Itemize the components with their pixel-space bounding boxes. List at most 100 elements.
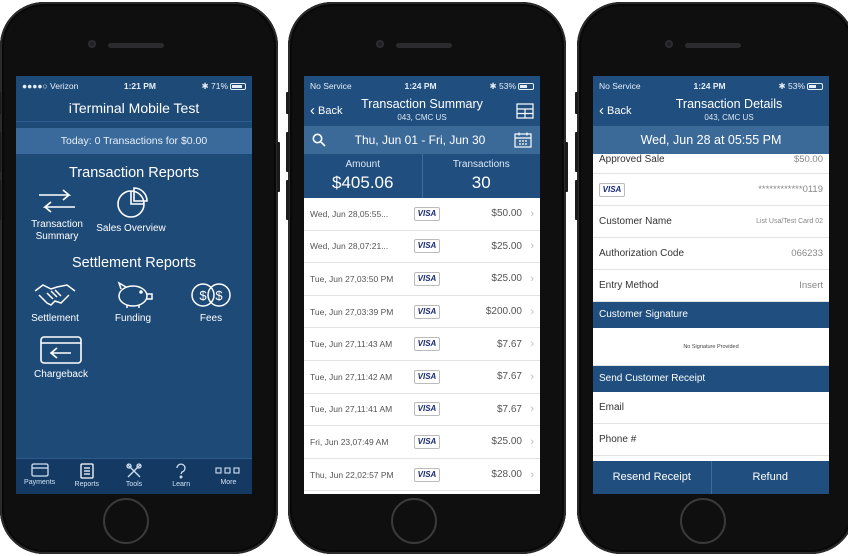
transaction-amount: $50.00 bbox=[491, 208, 522, 220]
authorization-code-row: Authorization Code 066233 bbox=[593, 238, 829, 270]
fees-label: Fees bbox=[199, 313, 223, 324]
chargeback-button[interactable]: Chargeback bbox=[16, 335, 106, 381]
transaction-row[interactable]: Tue, Jun 27,11:41 AM VISA $7.67 › bbox=[304, 394, 540, 427]
visa-icon: VISA bbox=[414, 434, 440, 449]
calculator-icon[interactable] bbox=[516, 103, 534, 119]
back-button[interactable]: ‹ Back bbox=[310, 102, 342, 119]
transaction-row[interactable]: Wed, Jun 28,05:55... VISA $50.00 › bbox=[304, 198, 540, 231]
piggy-bank-icon bbox=[117, 281, 153, 308]
front-camera bbox=[376, 40, 384, 48]
today-summary-banner[interactable]: Today: 0 Transactions for $0.00 bbox=[16, 128, 252, 154]
page-title: Transaction Details bbox=[675, 97, 783, 111]
transaction-row[interactable]: Tue, Jun 27,03:50 PM VISA $25.00 › bbox=[304, 263, 540, 296]
customer-name-label: Customer Name bbox=[599, 216, 672, 227]
transaction-amount: $25.00 bbox=[491, 273, 522, 285]
customer-name-row: Customer Name List Usa/Test Card 02 bbox=[593, 206, 829, 238]
transaction-summary-label: Transaction Summary bbox=[31, 219, 83, 242]
entry-method-value: Insert bbox=[799, 280, 823, 291]
front-camera bbox=[88, 40, 96, 48]
tab-learn[interactable]: Learn bbox=[158, 459, 205, 494]
phone-field[interactable]: Phone # bbox=[593, 424, 829, 456]
transaction-row[interactable]: Wed, Jun 28,07:21... VISA $25.00 › bbox=[304, 231, 540, 264]
card-number: ************0119 bbox=[758, 184, 823, 195]
date-range: Thu, Jun 01 - Fri, Jun 30 bbox=[354, 133, 486, 147]
page-title: Transaction Summary bbox=[361, 97, 483, 111]
home-button[interactable] bbox=[680, 498, 726, 544]
tab-payments[interactable]: Payments bbox=[16, 459, 63, 494]
fees-button[interactable]: $ $ Fees bbox=[172, 281, 250, 325]
approved-sale-amount: $50.00 bbox=[793, 154, 823, 165]
merchant-subtitle: 043, CMC US bbox=[704, 113, 754, 122]
approved-sale-label: Approved Sale bbox=[599, 154, 665, 165]
home-button[interactable] bbox=[103, 498, 149, 544]
date-range-bar[interactable]: Thu, Jun 01 - Fri, Jun 30 bbox=[304, 126, 540, 154]
chevron-left-icon: ‹ bbox=[310, 102, 315, 119]
battery-icon bbox=[807, 82, 823, 90]
document-icon bbox=[80, 463, 94, 479]
calendar-icon[interactable] bbox=[514, 132, 532, 148]
chevron-right-icon: › bbox=[530, 435, 534, 448]
entry-method-label: Entry Method bbox=[599, 280, 659, 291]
back-label: Back bbox=[607, 105, 632, 117]
action-bar: Resend Receipt Refund bbox=[593, 461, 829, 494]
transaction-amount: $28.00 bbox=[491, 469, 522, 481]
summary-panel: Amount $405.06 Transactions 30 bbox=[304, 154, 540, 198]
transaction-date: Tue, Jun 27,03:50 PM bbox=[310, 273, 394, 284]
battery-icon bbox=[230, 82, 246, 90]
transaction-row[interactable]: Thu, Jun 22,02:57 PM VISA $28.00 › bbox=[304, 459, 540, 492]
amount-label: Amount bbox=[345, 159, 380, 170]
refund-button[interactable]: Refund bbox=[710, 461, 830, 494]
front-camera bbox=[665, 40, 673, 48]
battery-percent: 53% bbox=[787, 80, 805, 91]
battery-percent: 71% bbox=[210, 80, 228, 91]
transaction-amount: $25.00 bbox=[491, 240, 522, 252]
amount-total: $405.06 bbox=[332, 173, 394, 192]
visa-icon: VISA bbox=[414, 337, 440, 352]
phone-reports-menu: ●●●●○ Verizon 1:21 PM ✱ 71% iTerminal Mo… bbox=[0, 2, 280, 554]
chargeback-label: Chargeback bbox=[34, 369, 88, 380]
visa-icon: VISA bbox=[414, 467, 440, 482]
status-time: 1:24 PM bbox=[693, 81, 726, 91]
approved-sale-row: Approved Sale $50.00 bbox=[593, 154, 829, 174]
back-button[interactable]: ‹ Back bbox=[599, 103, 632, 118]
phone-transaction-summary: No Service 1:24 PM ✱ 53% ‹ Back Transacti… bbox=[286, 2, 568, 554]
sales-overview-label: Sales Overview bbox=[96, 223, 166, 234]
status-time: 1:21 PM bbox=[123, 81, 156, 91]
tab-reports-label: Reports bbox=[74, 481, 100, 488]
transaction-row[interactable]: Tue, Jun 27,11:43 AM VISA $7.67 › bbox=[304, 328, 540, 361]
pie-chart-icon bbox=[117, 187, 148, 218]
tab-tools[interactable]: Tools bbox=[110, 459, 157, 494]
funding-button[interactable]: Funding bbox=[94, 281, 172, 325]
chevron-right-icon: › bbox=[530, 240, 534, 253]
nav-bar: ‹ Back Transaction Details 043, CMC US bbox=[593, 96, 829, 126]
tab-bar: Payments Reports Tools Learn More bbox=[16, 458, 252, 494]
transaction-amount: $25.00 bbox=[491, 436, 522, 448]
email-field[interactable]: Email bbox=[593, 392, 829, 424]
transaction-row[interactable]: Fri, Jun 23,07:49 AM VISA $25.00 › bbox=[304, 426, 540, 459]
carrier-label: ●●●●○ Verizon bbox=[22, 81, 79, 91]
sales-overview-button[interactable]: Sales Overview bbox=[96, 187, 166, 243]
transaction-date: Wed, Jun 28,07:21... bbox=[310, 241, 389, 252]
search-icon[interactable] bbox=[312, 133, 326, 147]
tab-more-label: More bbox=[220, 479, 237, 486]
tab-more[interactable]: More bbox=[205, 459, 252, 494]
transaction-date: Wed, Jun 28,05:55... bbox=[310, 208, 389, 219]
transaction-summary-button[interactable]: Transaction Summary bbox=[18, 187, 96, 243]
svg-text:$: $ bbox=[199, 288, 207, 303]
screen-transaction-summary: No Service 1:24 PM ✱ 53% ‹ Back Transacti… bbox=[304, 76, 540, 494]
resend-receipt-button[interactable]: Resend Receipt bbox=[593, 461, 711, 494]
authorization-code-value: 066233 bbox=[791, 248, 823, 259]
carrier-label: No Service bbox=[599, 81, 641, 91]
transaction-list: Wed, Jun 28,05:55... VISA $50.00 › Wed, Jun… bbox=[304, 198, 540, 492]
tab-reports[interactable]: Reports bbox=[63, 459, 110, 494]
signature-area: No Signature Provided bbox=[593, 328, 829, 366]
tools-icon bbox=[126, 463, 142, 478]
no-signature-text: No Signature Provided bbox=[683, 343, 739, 350]
settlement-button[interactable]: Settlement bbox=[16, 281, 94, 325]
authorization-code-label: Authorization Code bbox=[599, 248, 685, 259]
transaction-row[interactable]: Tue, Jun 27,11:42 AM VISA $7.67 › bbox=[304, 361, 540, 394]
transaction-row[interactable]: Tue, Jun 27,03:39 PM VISA $200.00 › bbox=[304, 296, 540, 329]
home-button[interactable] bbox=[391, 498, 437, 544]
chevron-right-icon: › bbox=[530, 338, 534, 351]
dollar-coins-icon: $ $ bbox=[191, 283, 231, 307]
